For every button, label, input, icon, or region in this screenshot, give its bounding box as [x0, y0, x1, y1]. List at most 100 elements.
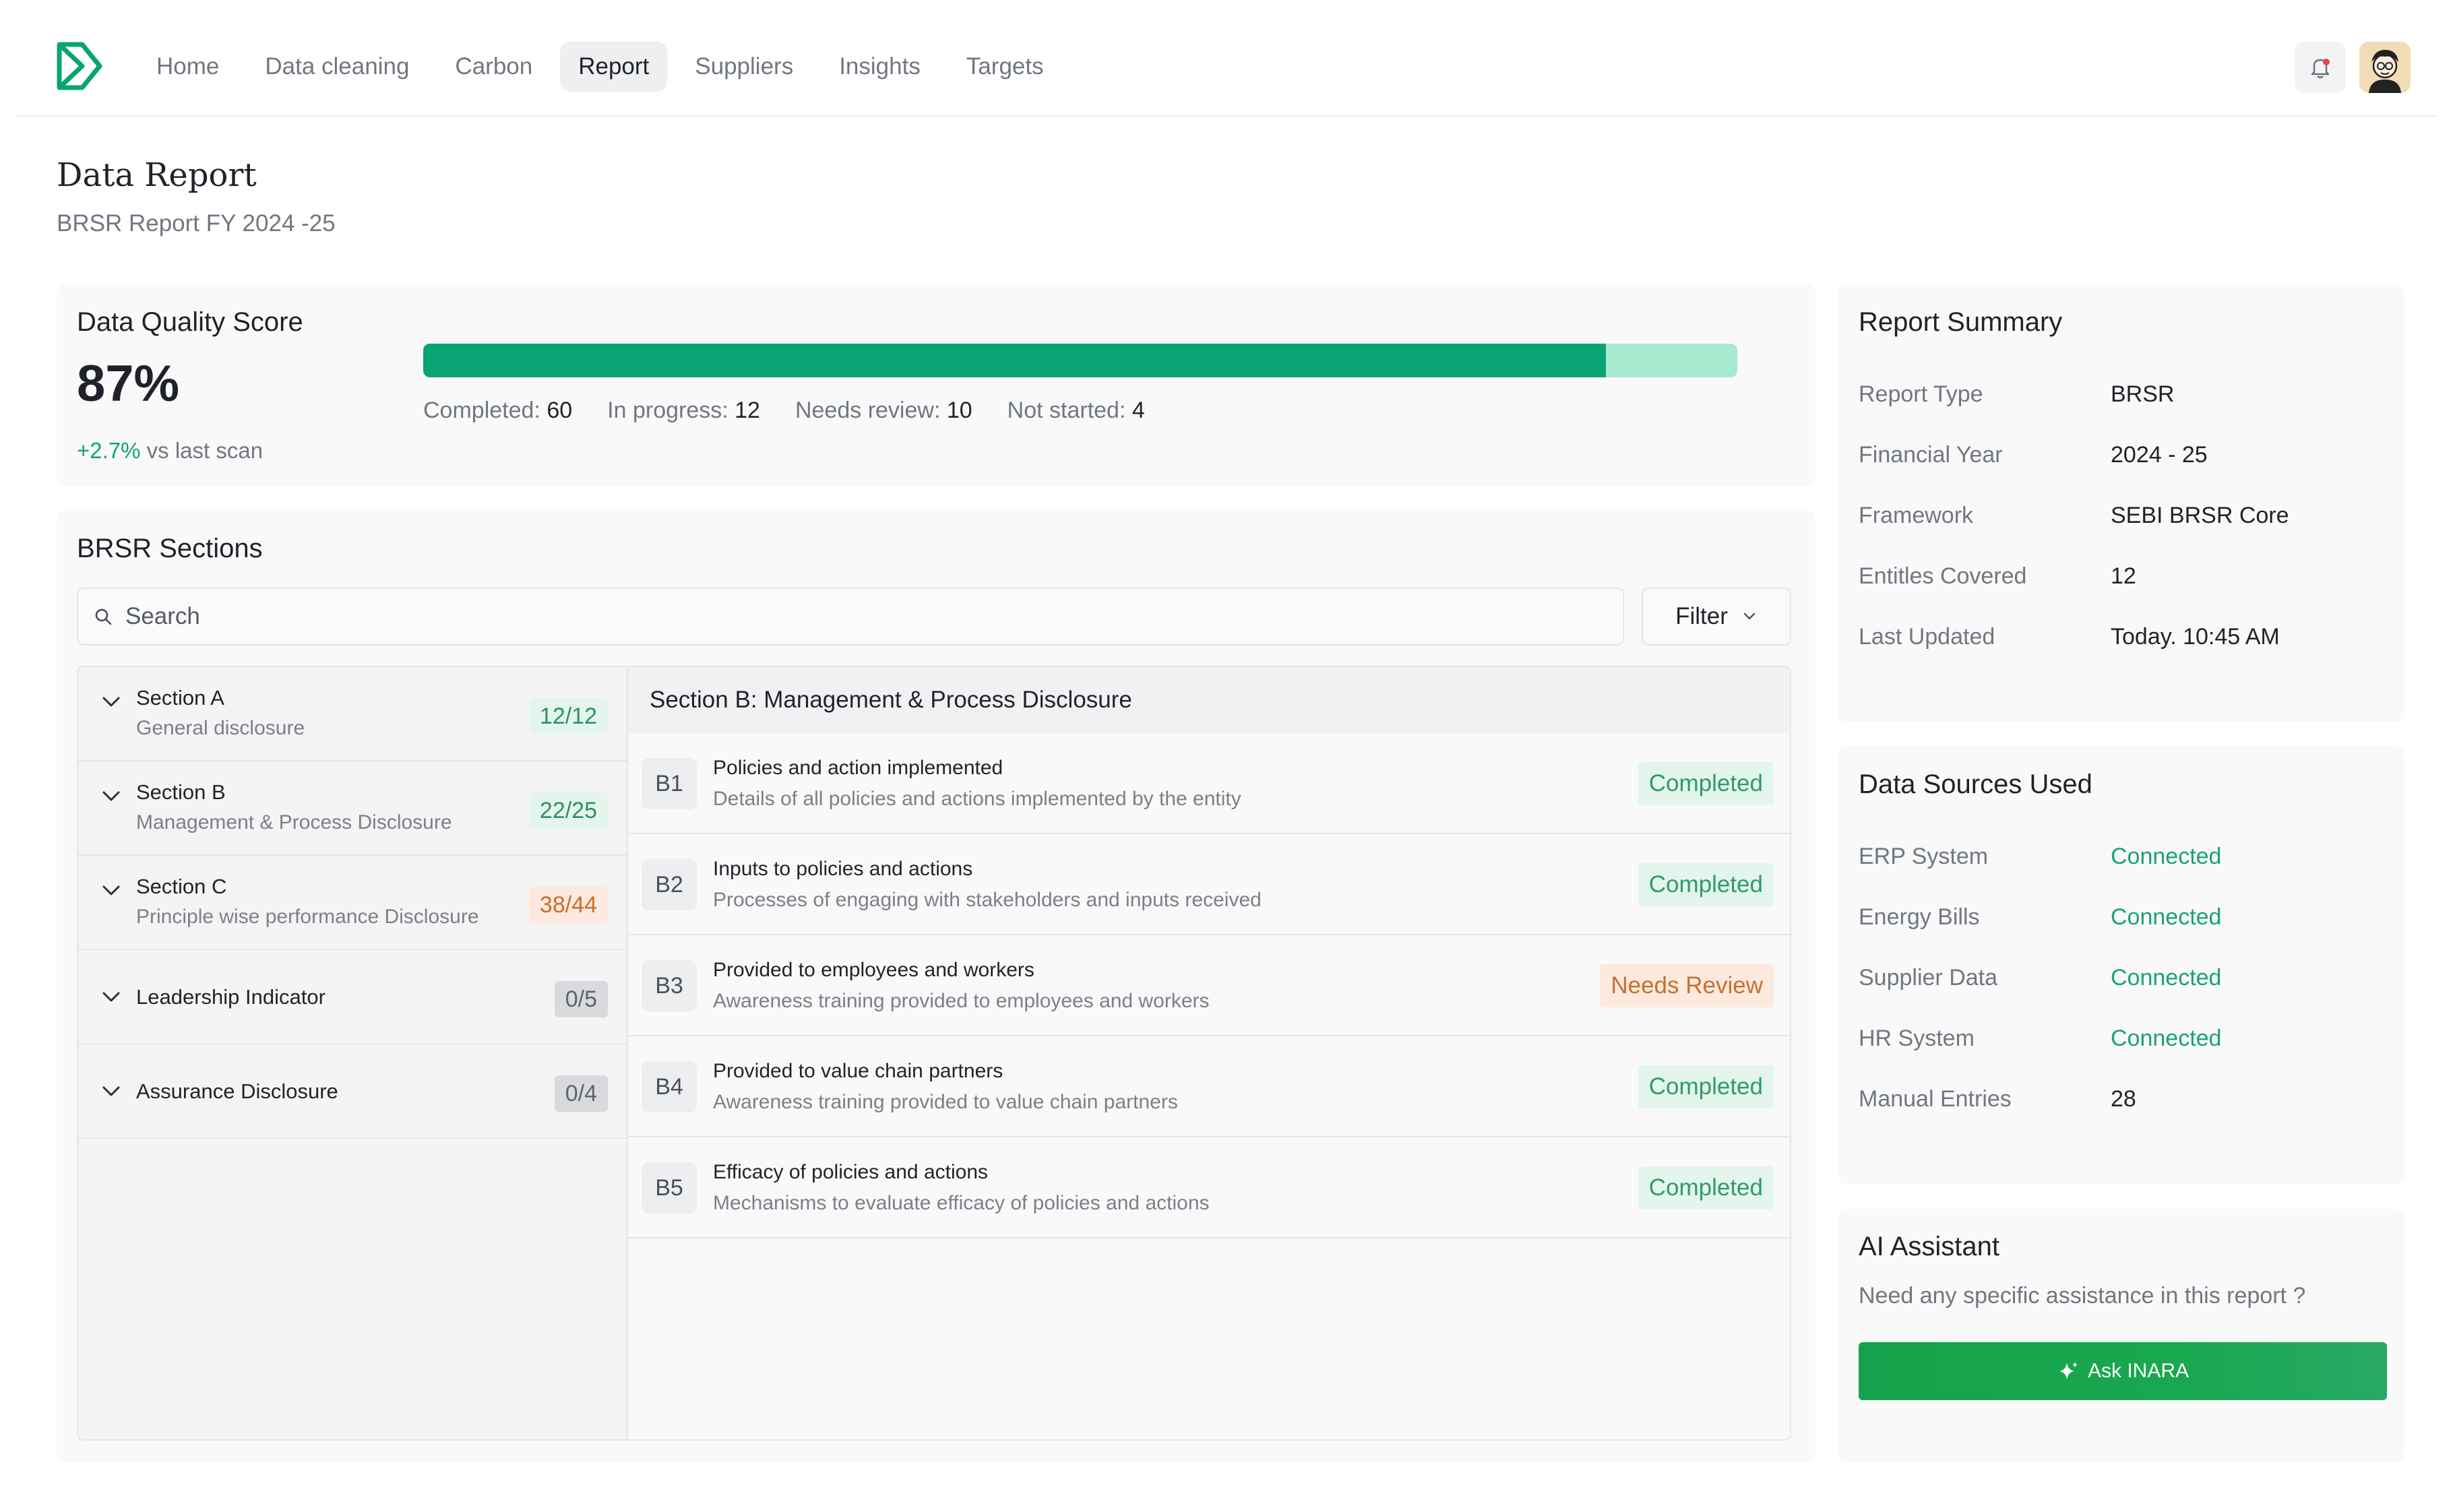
- nav-home[interactable]: Home: [138, 42, 237, 92]
- data-sources-card: Data Sources Used ERP System Connected E…: [1838, 747, 2404, 1185]
- section-name: Section C: [136, 875, 227, 898]
- search-input[interactable]: [125, 589, 1608, 644]
- row-description: Awareness training provided to employees…: [713, 990, 1210, 1012]
- summary-label: Entitles Covered: [1859, 563, 2027, 589]
- search-box: [77, 588, 1624, 645]
- summary-label: Report Type: [1859, 381, 1983, 407]
- filter-label: Filter: [1675, 603, 1728, 629]
- section-item-b[interactable]: Section B Management & Process Disclosur…: [78, 761, 627, 856]
- nav-suppliers[interactable]: Suppliers: [677, 42, 811, 92]
- row-title: Provided to value chain partners: [713, 1060, 1003, 1082]
- score-change-suffix: vs last scan: [140, 438, 263, 463]
- row-code: B3: [642, 960, 697, 1011]
- section-name: Leadership Indicator: [136, 985, 325, 1009]
- section-detail-title: Section B: Management & Process Disclosu…: [628, 667, 1790, 733]
- ask-inara-label: Ask INARA: [2087, 1360, 2190, 1382]
- disclosure-row-b3[interactable]: B3 Provided to employees and workers Awa…: [628, 935, 1790, 1036]
- status-badge: Completed: [1638, 863, 1774, 906]
- source-status: Connected: [2111, 1026, 2222, 1051]
- section-count-badge: 12/12: [528, 698, 608, 734]
- row-title: Policies and action implemented: [713, 757, 1003, 779]
- data-quality-title: Data Quality Score: [77, 307, 303, 337]
- chevron-down-icon: [1743, 612, 1756, 620]
- section-count-badge: 38/44: [528, 887, 608, 923]
- section-item-assurance-disclosure[interactable]: Assurance Disclosure 0/4: [78, 1044, 627, 1139]
- brsr-sections-title: BRSR Sections: [77, 534, 263, 563]
- row-description: Processes of engaging with stakeholders …: [713, 889, 1262, 911]
- score-change-value: +2.7%: [77, 438, 141, 463]
- notifications-button[interactable]: [2295, 42, 2346, 93]
- nav-carbon[interactable]: Carbon: [437, 42, 551, 92]
- source-label: Supplier Data: [1859, 965, 1998, 990]
- summary-value: 12: [2111, 563, 2136, 589]
- source-status: Connected: [2111, 965, 2222, 990]
- summary-value: Today. 10:45 AM: [2111, 624, 2280, 650]
- section-item-leadership-indicator[interactable]: Leadership Indicator 0/5: [78, 950, 627, 1044]
- row-description: Awareness training provided to value cha…: [713, 1091, 1178, 1113]
- nav-data-cleaning[interactable]: Data cleaning: [247, 42, 427, 92]
- ask-inara-button[interactable]: Ask INARA: [1859, 1342, 2387, 1400]
- stat-in-progress: In progress: 12: [607, 398, 760, 423]
- row-code: B5: [642, 1162, 697, 1214]
- disclosure-row-b1[interactable]: B1 Policies and action implemented Detai…: [628, 733, 1790, 834]
- section-list: Section A General disclosure 12/12 Secti…: [78, 667, 628, 1439]
- section-item-c[interactable]: Section C Principle wise performance Dis…: [78, 856, 627, 950]
- data-quality-score: 87%: [77, 355, 180, 412]
- status-badge: Completed: [1638, 1166, 1774, 1209]
- section-name: Section B: [136, 780, 226, 804]
- quality-progress-bar: [423, 344, 1737, 377]
- top-nav: Home Data cleaning Carbon Report Supplie…: [17, 0, 2436, 117]
- search-icon: [95, 608, 112, 625]
- status-badge: Needs Review: [1600, 964, 1774, 1007]
- stat-not-started: Not started: 4: [1007, 398, 1145, 423]
- chevron-down-icon[interactable]: [98, 1079, 124, 1104]
- section-count-badge: 22/25: [528, 792, 608, 829]
- chevron-down-icon[interactable]: [98, 984, 124, 1010]
- ai-assistant-card: AI Assistant Need any specific assistanc…: [1838, 1209, 2404, 1462]
- summary-label: Last Updated: [1859, 624, 1995, 650]
- row-code: B1: [642, 758, 697, 809]
- quality-progress-fill: [423, 344, 1606, 377]
- section-item-a[interactable]: Section A General disclosure 12/12: [78, 667, 627, 761]
- source-label: HR System: [1859, 1026, 1975, 1051]
- data-quality-card: Data Quality Score 87% +2.7% vs last sca…: [57, 284, 1815, 486]
- stat-needs-review: Needs review: 10: [795, 398, 972, 423]
- row-code: B4: [642, 1061, 697, 1112]
- source-label: ERP System: [1859, 844, 1989, 869]
- disclosure-row-b5[interactable]: B5 Efficacy of policies and actions Mech…: [628, 1137, 1790, 1238]
- summary-value: SEBI BRSR Core: [2111, 503, 2289, 528]
- nav-report[interactable]: Report: [560, 42, 668, 92]
- stat-completed: Completed: 60: [423, 398, 573, 423]
- brsr-sections-card: BRSR Sections Filter Section A General d…: [57, 511, 1815, 1462]
- report-summary-title: Report Summary: [1859, 307, 2063, 337]
- quality-stats: Completed: 60 In progress: 12 Needs revi…: [423, 398, 1145, 424]
- source-label: Manual Entries: [1859, 1086, 2012, 1112]
- section-count-badge: 0/4: [554, 1075, 608, 1112]
- row-title: Efficacy of policies and actions: [713, 1161, 989, 1183]
- section-description: General disclosure: [136, 717, 305, 739]
- data-sources-title: Data Sources Used: [1859, 769, 2092, 799]
- summary-value: 2024 - 25: [2111, 442, 2208, 468]
- section-description: Management & Process Disclosure: [136, 811, 452, 833]
- status-badge: Completed: [1638, 1065, 1774, 1108]
- nav-insights[interactable]: Insights: [821, 42, 939, 92]
- chevron-down-icon[interactable]: [98, 689, 124, 715]
- section-detail: Section B: Management & Process Disclosu…: [628, 667, 1790, 1439]
- disclosure-row-b4[interactable]: B4 Provided to value chain partners Awar…: [628, 1036, 1790, 1137]
- chevron-down-icon[interactable]: [98, 878, 124, 904]
- source-status: 28: [2111, 1086, 2136, 1112]
- summary-label: Framework: [1859, 503, 1974, 528]
- status-badge: Completed: [1638, 762, 1774, 805]
- chevron-down-icon[interactable]: [98, 784, 124, 809]
- row-description: Details of all policies and actions impl…: [713, 788, 1241, 810]
- disclosure-row-b2[interactable]: B2 Inputs to policies and actions Proces…: [628, 834, 1790, 935]
- source-status: Connected: [2111, 904, 2222, 930]
- nav-targets[interactable]: Targets: [948, 42, 1062, 92]
- summary-value: BRSR: [2111, 381, 2175, 407]
- report-summary-card: Report Summary Report Type BRSR Financia…: [1838, 284, 2404, 722]
- filter-button[interactable]: Filter: [1642, 588, 1791, 645]
- row-title: Provided to employees and workers: [713, 959, 1034, 981]
- logo-icon[interactable]: [54, 40, 105, 92]
- avatar[interactable]: [2359, 42, 2411, 93]
- page-title: Data Report: [57, 156, 257, 194]
